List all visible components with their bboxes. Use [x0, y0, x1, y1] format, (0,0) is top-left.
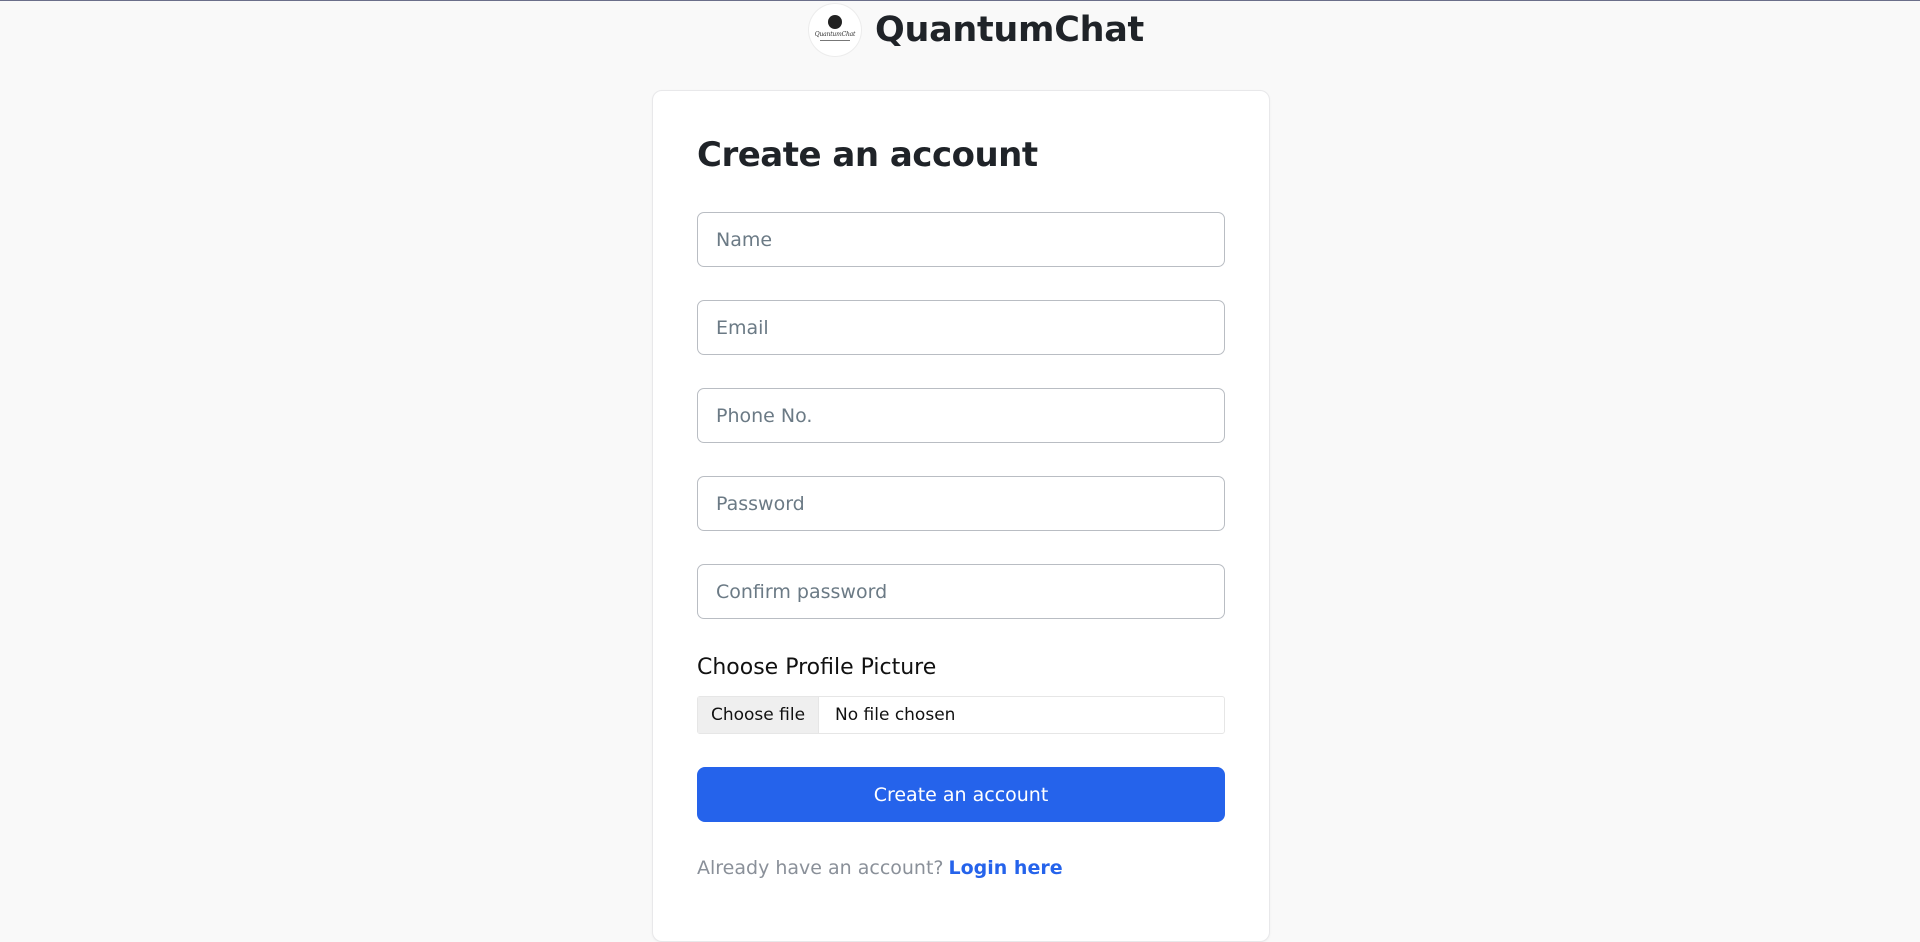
email-input[interactable]: [697, 300, 1225, 355]
brand-header: QuantumChat QuantumChat: [809, 4, 1144, 56]
login-prompt: Already have an account? Login here: [697, 857, 1063, 879]
login-link[interactable]: Login here: [949, 857, 1063, 879]
password-input[interactable]: [697, 476, 1225, 531]
page-title: Create an account: [697, 135, 1038, 175]
phone-input[interactable]: [697, 388, 1225, 443]
login-prompt-text: Already have an account?: [697, 857, 944, 879]
window-top-border: [0, 0, 1920, 1]
app-name: QuantumChat: [875, 10, 1144, 50]
confirm-password-input[interactable]: [697, 564, 1225, 619]
profile-picture-label: Choose Profile Picture: [697, 655, 937, 680]
logo-lettering: QuantumChat: [814, 31, 856, 38]
create-account-button[interactable]: Create an account: [697, 767, 1225, 822]
profile-picture-file-input[interactable]: Choose file No file chosen: [697, 696, 1225, 734]
file-status-text: No file chosen: [835, 705, 956, 725]
quantumchat-logo-icon: QuantumChat: [809, 4, 861, 56]
name-input[interactable]: [697, 212, 1225, 267]
signup-card: Create an account Choose Profile Picture…: [652, 90, 1270, 942]
choose-file-button[interactable]: Choose file: [698, 697, 819, 733]
